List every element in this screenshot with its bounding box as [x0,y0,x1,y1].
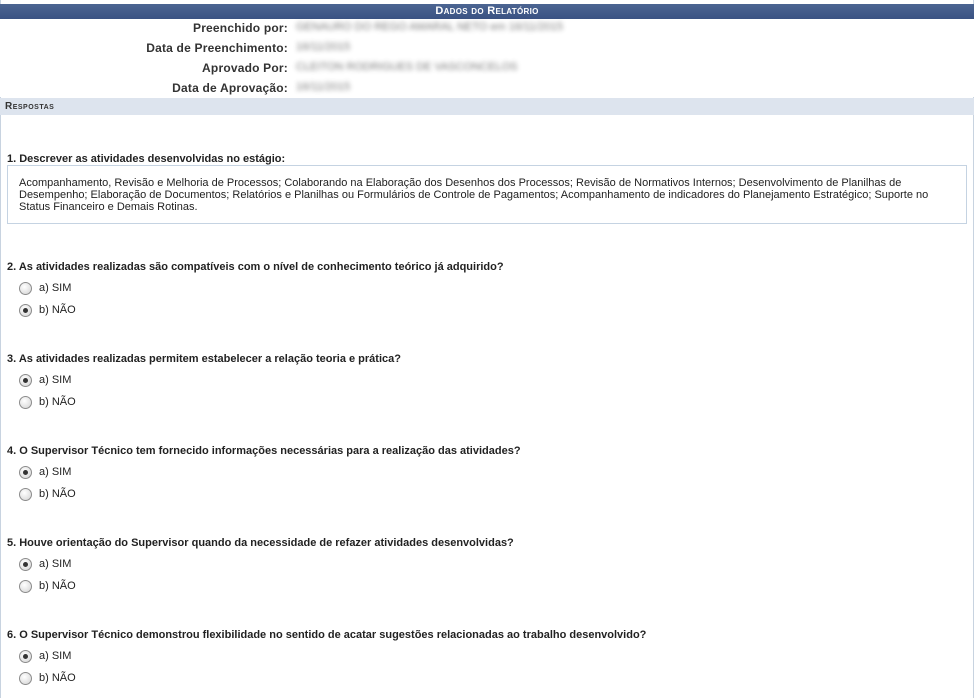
fill-date-label: Data de Preenchimento: [146,41,288,55]
question-5: 5. Houve orientação do Supervisor quando… [7,537,514,549]
radio-button-checked-icon[interactable] [19,558,32,571]
filled-by-label: Preenchido por: [192,21,288,35]
radio-button-icon[interactable] [19,580,32,593]
question-3: 3. As atividades realizadas permitem est… [7,353,401,365]
report-info: Preenchido por: GENAURO DO REGO AMARAL N… [0,19,974,97]
info-row-approved-by: Aprovado Por: CLEITON RODRIGUES DE VASCO… [0,59,974,78]
radio-button-icon[interactable] [19,672,32,685]
section-answers-header: Respostas [0,98,974,115]
q5-option-nao-label: b) NÃO [39,580,76,592]
answer-1-text: Acompanhamento, Revisão e Melhoria de Pr… [7,165,967,224]
radio-button-checked-icon[interactable] [19,374,32,387]
approved-by-label: Aprovado Por: [202,61,288,75]
radio-button-checked-icon[interactable] [19,466,32,479]
q2-option-nao-label: b) NÃO [39,304,76,316]
q6-option-nao-label: b) NÃO [39,672,76,684]
q2-option-sim-label: a) SIM [39,282,72,294]
approval-date-value: 16/11/2015 [296,81,351,93]
info-row-filled-by: Preenchido por: GENAURO DO REGO AMARAL N… [0,19,974,38]
q3-option-nao-label: b) NÃO [39,396,76,408]
q5-option-sim-label: a) SIM [39,558,72,570]
approved-by-value: CLEITON RODRIGUES DE VASCONCELOS [296,61,518,73]
radio-button-icon[interactable] [19,282,32,295]
report-title: Dados do Relatório [435,5,539,17]
q4-option-nao-label: b) NÃO [39,488,76,500]
section-title: Respostas [5,101,55,112]
q4-option-sim-label: a) SIM [39,466,72,478]
radio-button-icon[interactable] [19,396,32,409]
info-row-fill-date: Data de Preenchimento: 16/11/2015 [0,39,974,58]
question-1: 1. Descrever as atividades desenvolvidas… [7,153,286,165]
q6-option-sim-label: a) SIM [39,650,72,662]
question-4: 4. O Supervisor Técnico tem fornecido in… [7,445,521,457]
radio-button-checked-icon[interactable] [19,650,32,663]
filled-by-value: GENAURO DO REGO AMARAL NETO em 16/11/201… [296,21,563,33]
radio-button-icon[interactable] [19,488,32,501]
question-2: 2. As atividades realizadas são compatív… [7,261,504,273]
info-row-approval-date: Data de Aprovação: 16/11/2015 [0,79,974,98]
question-6: 6. O Supervisor Técnico demonstrou flexi… [7,629,647,641]
radio-button-checked-icon[interactable] [19,304,32,317]
q3-option-sim-label: a) SIM [39,374,72,386]
fill-date-value: 16/11/2015 [296,41,351,53]
report-title-bar: Dados do Relatório [0,4,974,19]
approval-date-label: Data de Aprovação: [172,81,288,95]
